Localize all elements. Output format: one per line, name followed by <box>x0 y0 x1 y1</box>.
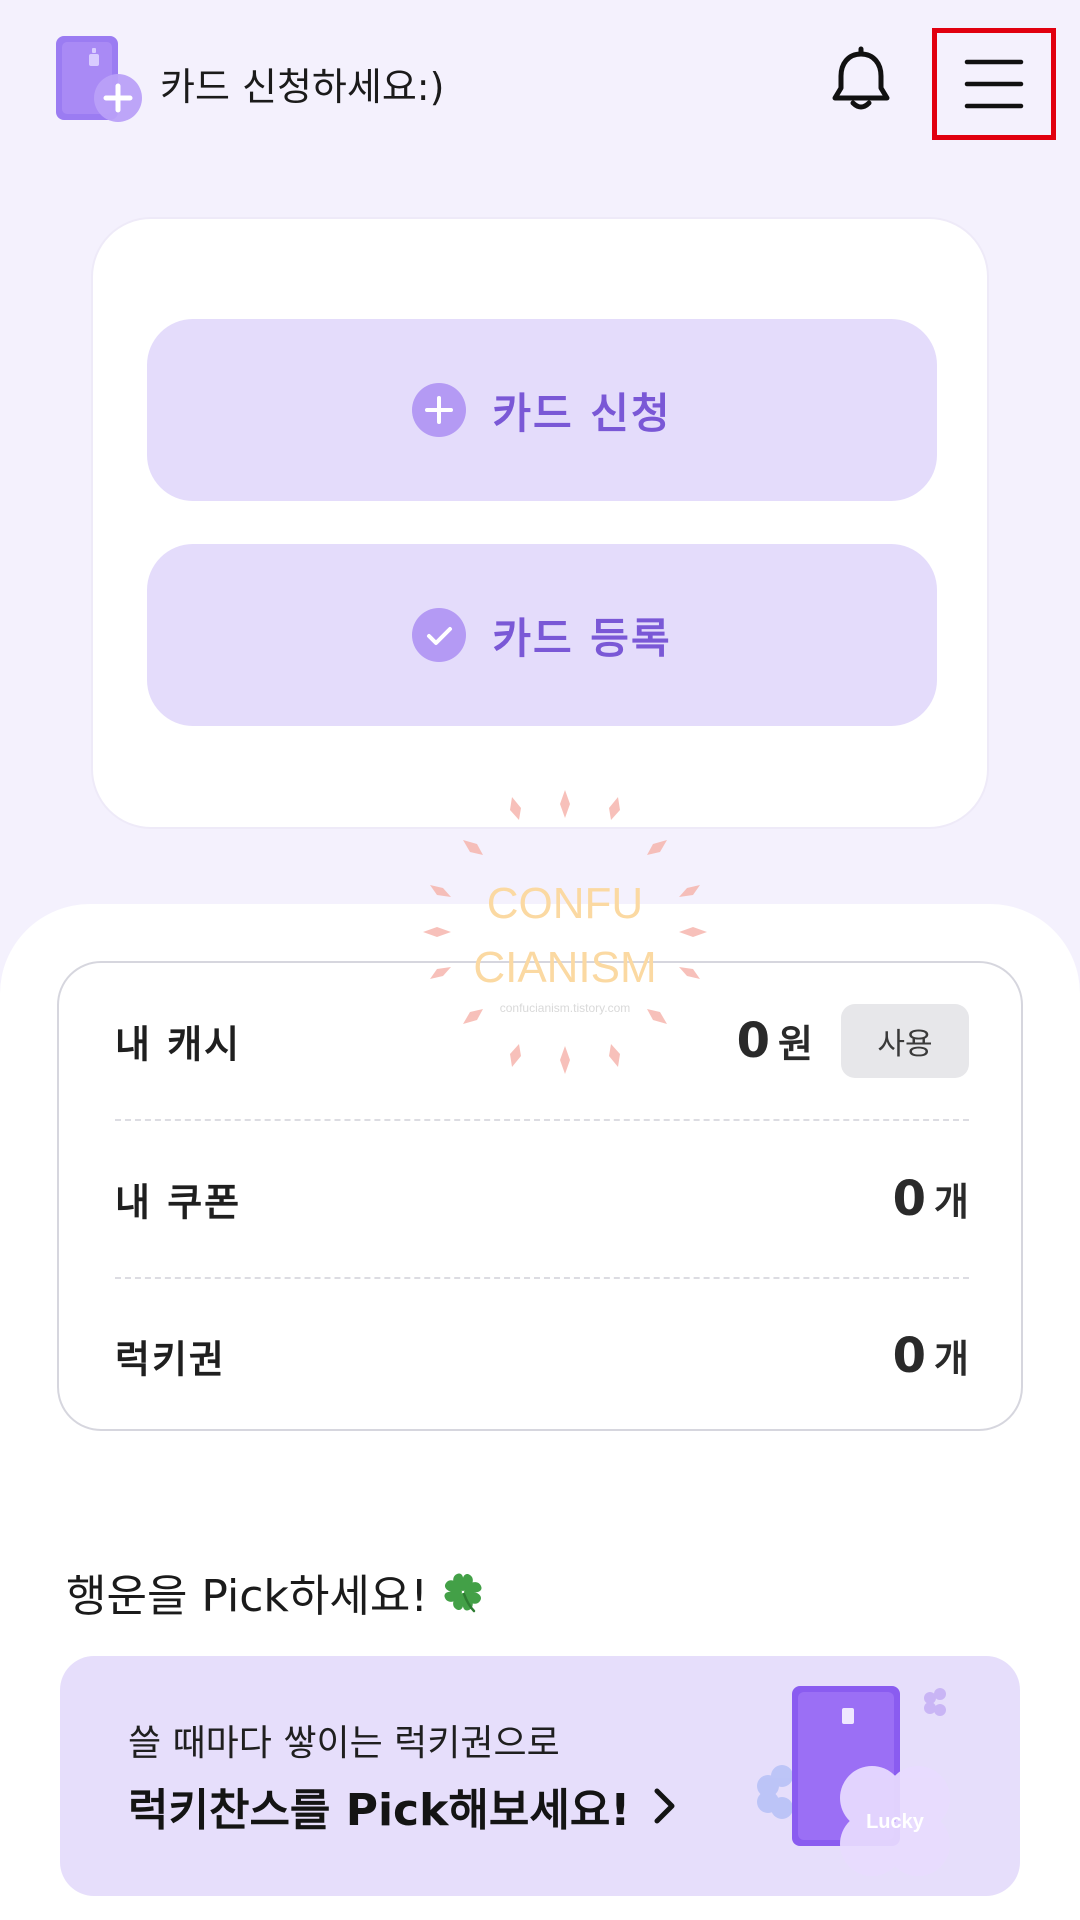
plus-circle-icon <box>412 383 467 437</box>
coupon-row[interactable]: 내 쿠폰 0 개 <box>115 1121 969 1279</box>
hamburger-menu-icon <box>964 59 1024 109</box>
four-leaf-clover-icon <box>444 1573 482 1613</box>
lucky-card-illustration: Lucky <box>757 1686 950 1876</box>
watermark-line1: CONFU <box>487 879 643 928</box>
lucky-ticket-value: 0 <box>892 1328 927 1384</box>
app-header: 카드 신청하세요:) <box>0 0 1080 170</box>
cash-amount: 0 원 <box>737 1013 813 1069</box>
watermark-line2: CIANISM <box>473 943 656 992</box>
coupon-value: 0 <box>892 1171 927 1227</box>
card-register-label: 카드 등록 <box>492 613 672 663</box>
lucky-art-label: Lucky <box>866 1811 925 1833</box>
banner-title-text: 럭키찬스를 Pick해보세요! <box>128 1785 631 1836</box>
card-action-panel: 카드 신청 카드 등록 <box>91 217 989 829</box>
coupon-unit: 개 <box>934 1180 969 1224</box>
lucky-ticket-amount: 0 개 <box>893 1328 969 1384</box>
watermark-url: confucianism.tistory.com <box>500 1001 630 1015</box>
notification-button[interactable] <box>826 46 896 116</box>
cash-label: 내 캐시 <box>115 1022 242 1067</box>
coupon-amount: 0 개 <box>893 1171 969 1227</box>
watermark-burst-icon <box>423 790 707 1074</box>
cash-use-button[interactable]: 사용 <box>841 1004 969 1078</box>
watermark: CONFU CIANISM confucianism.tistory.com <box>423 790 707 1074</box>
menu-button[interactable] <box>932 28 1056 140</box>
lucky-ticket-row[interactable]: 럭키권 0 개 <box>115 1279 969 1433</box>
cash-unit: 원 <box>778 1022 813 1066</box>
bell-icon <box>832 46 890 110</box>
card-add-icon <box>54 34 144 124</box>
lucky-title-text: 행운을 Pick하세요! <box>66 1571 428 1622</box>
card-register-button[interactable]: 카드 등록 <box>147 544 937 726</box>
tiny-clover-icon <box>924 1688 946 1716</box>
lucky-section-title: 행운을 Pick하세요! <box>66 1560 488 1624</box>
check-circle-icon <box>412 608 467 662</box>
banner-subtitle: 쓸 때마다 쌓이는 럭키권으로 <box>128 1723 560 1764</box>
banner-title: 럭키찬스를 Pick해보세요! <box>128 1774 678 1838</box>
greeting-text: 카드 신청하세요:) <box>160 65 445 109</box>
card-apply-label: 카드 신청 <box>492 388 672 438</box>
lucky-banner[interactable]: 쓸 때마다 쌓이는 럭키권으로 럭키찬스를 Pick해보세요! Lucky <box>60 1656 1020 1896</box>
lucky-ticket-label: 럭키권 <box>115 1337 226 1382</box>
chevron-right-icon <box>654 1788 675 1824</box>
small-clover-icon <box>757 1765 793 1819</box>
cash-value: 0 <box>736 1013 771 1069</box>
coupon-label: 내 쿠폰 <box>115 1180 242 1225</box>
card-apply-button[interactable]: 카드 신청 <box>147 319 937 501</box>
lucky-ticket-unit: 개 <box>934 1337 969 1381</box>
